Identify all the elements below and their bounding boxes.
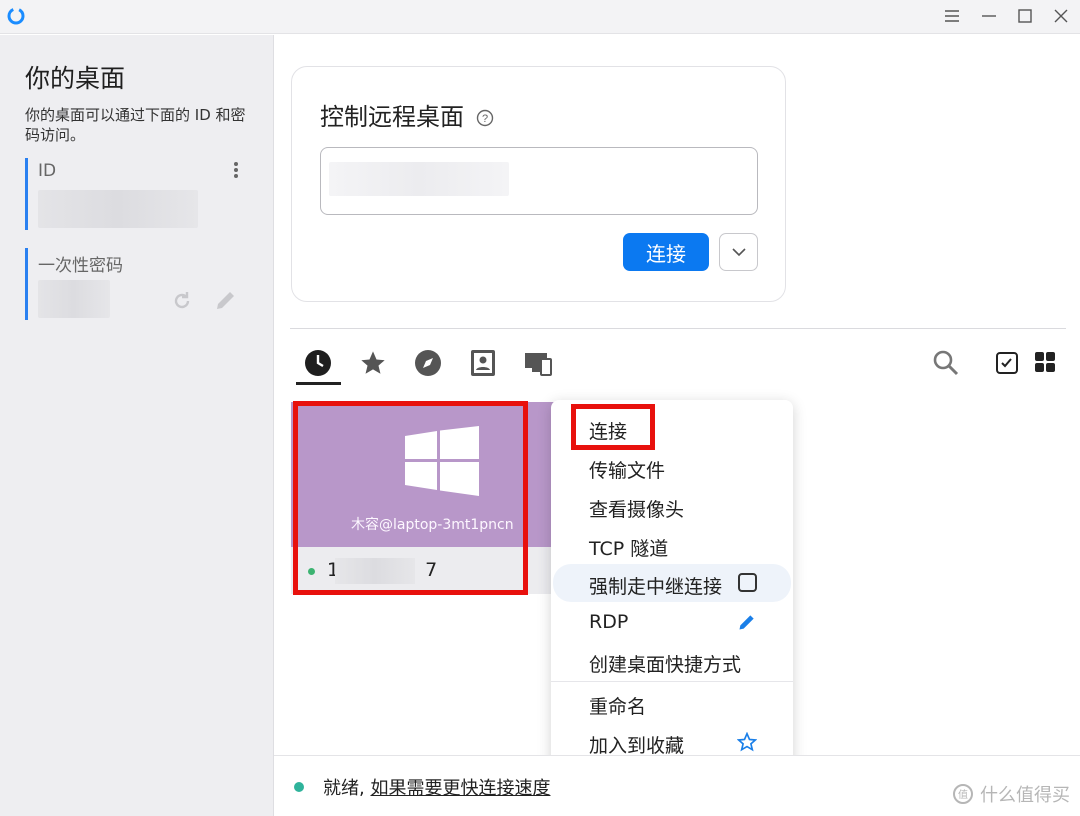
more-options-icon[interactable] bbox=[233, 161, 239, 179]
peer-context-menu: 连接 传输文件 查看摄像头 TCP 隧道 强制走中继连接 RDP 创建桌面快捷方… bbox=[551, 400, 793, 813]
menu-icon[interactable] bbox=[940, 5, 964, 27]
rdp-edit-icon[interactable] bbox=[737, 612, 757, 632]
remote-id-value bbox=[329, 162, 509, 196]
sidebar: 你的桌面 你的桌面可以通过下面的 ID 和密码访问。 ID 一次性密码 bbox=[0, 35, 274, 816]
maximize-button[interactable] bbox=[1013, 5, 1037, 27]
connect-button[interactable]: 连接 bbox=[623, 233, 709, 271]
remote-control-title: 控制远程桌面 ? bbox=[320, 97, 494, 132]
tab-address-book[interactable] bbox=[464, 344, 502, 382]
menu-item-create-shortcut[interactable]: 创建桌面快捷方式 bbox=[551, 642, 793, 680]
active-tab-indicator bbox=[296, 382, 341, 385]
star-outline-icon bbox=[737, 732, 757, 752]
highlight-connect-box bbox=[571, 404, 655, 450]
password-value bbox=[38, 280, 110, 318]
refresh-icon[interactable] bbox=[171, 290, 193, 312]
remote-control-card: 控制远程桌面 ? 连接 bbox=[291, 66, 786, 302]
watermark-text: 什么值得买 bbox=[980, 785, 1070, 806]
connect-options-dropdown[interactable] bbox=[719, 233, 758, 271]
search-icon[interactable] bbox=[932, 349, 960, 381]
menu-item-transfer-file[interactable]: 传输文件 bbox=[551, 448, 793, 486]
tab-devices[interactable] bbox=[519, 344, 557, 382]
id-value bbox=[38, 190, 198, 228]
tab-discovered[interactable] bbox=[409, 344, 447, 382]
section-divider bbox=[290, 328, 1066, 329]
highlight-peer-box bbox=[293, 401, 528, 595]
status-dot bbox=[294, 782, 304, 792]
sidebar-description: 你的桌面可以通过下面的 ID 和密码访问。 bbox=[25, 106, 246, 144]
faster-connection-link[interactable]: 如果需要更快连接速度 bbox=[370, 778, 550, 799]
menu-item-rename[interactable]: 重命名 bbox=[551, 684, 793, 722]
help-icon[interactable]: ? bbox=[476, 109, 494, 127]
watermark: 值 什么值得买 bbox=[952, 781, 1070, 807]
compass-icon bbox=[415, 350, 441, 376]
devices-icon bbox=[525, 353, 552, 376]
rustdesk-logo-icon bbox=[7, 7, 25, 25]
password-label: 一次性密码 bbox=[38, 256, 123, 276]
edit-icon[interactable] bbox=[214, 288, 238, 312]
chevron-down-icon bbox=[731, 247, 746, 256]
address-book-icon bbox=[471, 350, 495, 376]
remote-control-title-text: 控制远程桌面 bbox=[320, 103, 464, 131]
password-field[interactable]: 一次性密码 bbox=[25, 248, 255, 320]
tab-recent[interactable] bbox=[299, 344, 337, 382]
status-label: 就绪, bbox=[323, 778, 365, 799]
id-label: ID bbox=[38, 161, 57, 181]
clock-icon bbox=[305, 350, 331, 376]
star-icon bbox=[361, 351, 385, 374]
tab-favorites[interactable] bbox=[354, 344, 392, 382]
menu-item-force-relay[interactable]: 强制走中继连接 bbox=[553, 564, 791, 602]
select-mode-icon[interactable] bbox=[995, 351, 1019, 379]
id-field[interactable]: ID bbox=[25, 158, 255, 230]
menu-item-view-camera[interactable]: 查看摄像头 bbox=[551, 487, 793, 525]
watermark-logo-icon: 值 bbox=[953, 784, 973, 804]
grid-view-icon[interactable] bbox=[1034, 351, 1056, 377]
menu-item-tcp-tunnel[interactable]: TCP 隧道 bbox=[551, 526, 793, 564]
force-relay-checkbox[interactable] bbox=[738, 573, 757, 592]
minimize-button[interactable] bbox=[977, 5, 1001, 27]
svg-text:值: 值 bbox=[958, 788, 968, 801]
svg-text:?: ? bbox=[482, 113, 488, 125]
menu-item-rdp[interactable]: RDP bbox=[551, 603, 793, 641]
close-button[interactable] bbox=[1049, 5, 1073, 27]
title-bar bbox=[0, 0, 1080, 34]
remote-id-input[interactable] bbox=[320, 147, 758, 215]
sidebar-title: 你的桌面 bbox=[25, 64, 126, 93]
status-text: 就绪, 如果需要更快连接速度 bbox=[323, 774, 550, 800]
menu-separator bbox=[551, 681, 793, 682]
